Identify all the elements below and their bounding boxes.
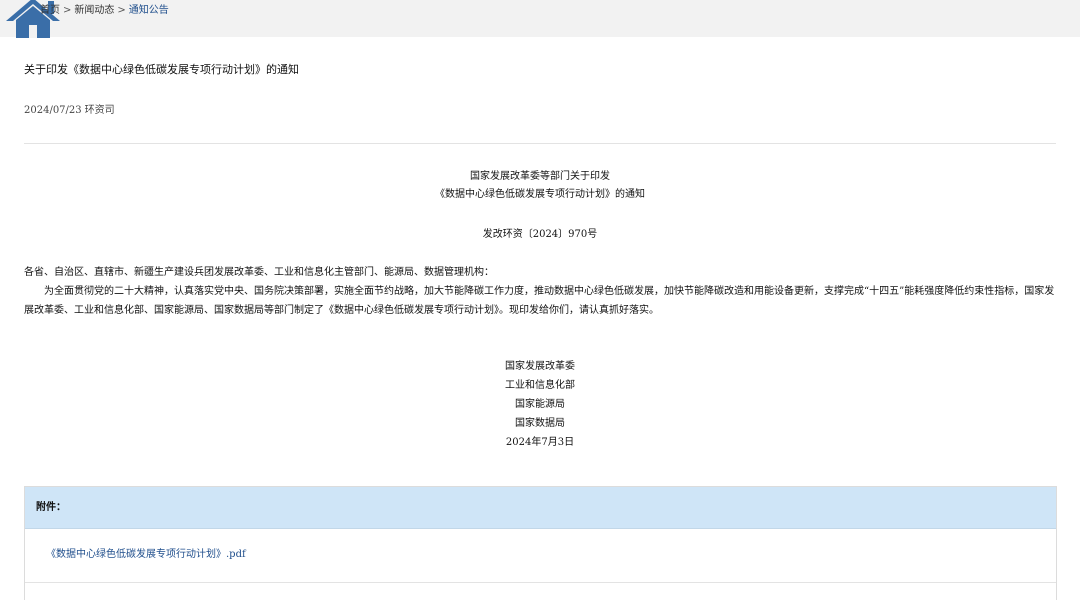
signatory: 国家能源局 [515, 399, 565, 410]
document-body: 各省、自治区、直辖市、新疆生产建设兵团发展改革委、工业和信息化主管部门、能源局、… [24, 263, 1056, 320]
body-paragraph: 为全面贯彻党的二十大精神，认真落实党中央、国务院决策部署，实施全面节约战略，加大… [24, 286, 1055, 316]
signatory: 工业和信息化部 [505, 380, 575, 391]
breadcrumb: 首页 > 新闻动态 > 通知公告 [40, 4, 169, 18]
attachment-item: 《数据中心绿色低碳发展专项行动计划》.pdf [25, 529, 1056, 583]
document-heading: 国家发展改革委等部门关于印发 《数据中心绿色低碳发展专项行动计划》的通知 [24, 168, 1056, 204]
breadcrumb-separator: > [63, 5, 72, 16]
breadcrumb-home[interactable]: 首页 [40, 5, 60, 16]
top-bar: 首页 > 新闻动态 > 通知公告 [0, 0, 1080, 38]
attachments-header: 附件： [25, 487, 1056, 529]
breadcrumb-separator: > [117, 5, 126, 16]
signatory: 国家发展改革委 [505, 361, 575, 372]
attachment-link[interactable]: 《数据中心绿色低碳发展专项行动计划》.pdf [46, 549, 246, 560]
signatories: 国家发展改革委 工业和信息化部 国家能源局 国家数据局 2024年7月3日 [24, 357, 1056, 452]
divider [24, 143, 1056, 144]
breadcrumb-news[interactable]: 新闻动态 [74, 5, 114, 16]
document-number: 发改环资〔2024〕970号 [482, 229, 598, 240]
signatory: 国家数据局 [515, 418, 565, 429]
document-heading-line1: 国家发展改革委等部门关于印发 [470, 171, 610, 182]
breadcrumb-notices[interactable]: 通知公告 [129, 5, 169, 16]
article-title: 关于印发《数据中心绿色低碳发展专项行动计划》的通知 [24, 63, 299, 76]
article-date: 2024/07/23 [24, 105, 82, 116]
addressees: 各省、自治区、直辖市、新疆生产建设兵团发展改革委、工业和信息化主管部门、能源局、… [24, 267, 494, 278]
attachments-panel: 附件： 《数据中心绿色低碳发展专项行动计划》.pdf [24, 486, 1057, 600]
article-source: 环资司 [84, 105, 115, 116]
sign-date: 2024年7月3日 [505, 437, 575, 448]
article-meta: 2024/07/23 环资司 [24, 104, 115, 118]
document-heading-line2: 《数据中心绿色低碳发展专项行动计划》的通知 [435, 189, 645, 200]
